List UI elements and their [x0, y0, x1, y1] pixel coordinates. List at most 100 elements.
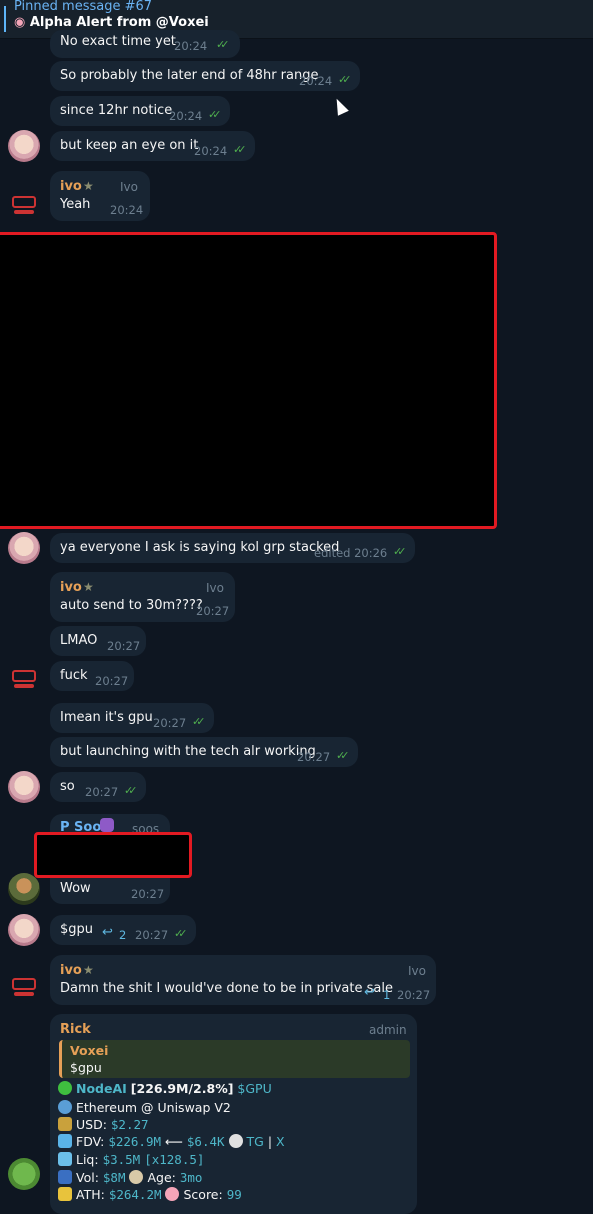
read-check-icon: ✓✓	[174, 927, 188, 940]
message-text: LMAO	[60, 633, 98, 648]
green-circle-icon	[58, 1081, 72, 1095]
message-text: No exact time yet	[60, 34, 176, 49]
read-check-icon: ✓✓	[336, 749, 350, 762]
fdv-label: FDV:	[76, 1134, 105, 1149]
gem-icon	[58, 1134, 72, 1148]
message-bubble[interactable]: but keep an eye on it 20:24 ✓✓	[50, 131, 255, 161]
avatar[interactable]	[8, 130, 40, 162]
brain-icon: ◉	[14, 15, 26, 30]
logo-shape	[14, 992, 34, 996]
arrow-icon: ⟵	[165, 1134, 183, 1149]
message-bubble[interactable]: So probably the later end of 48hr range …	[50, 61, 360, 91]
liq-line: Liq: $3.5M [x128.5]	[58, 1152, 204, 1167]
avatar[interactable]	[8, 532, 40, 564]
star-icon: ★	[83, 179, 94, 193]
message-time: 20:27	[85, 785, 119, 799]
message-time: 20:27	[397, 988, 431, 1002]
sender-name[interactable]: ivo	[60, 580, 82, 595]
message-bubble[interactable]: LMAO 20:27	[50, 626, 146, 656]
vol-label: Vol:	[76, 1170, 99, 1185]
message-text: Yeah	[60, 197, 91, 212]
avatar[interactable]	[8, 873, 40, 905]
read-check-icon: ✓✓	[208, 108, 222, 121]
vol-line: Vol: $8M Age: 3mo	[58, 1170, 202, 1185]
quote-name: Voxei	[70, 1043, 109, 1058]
tg-link[interactable]: TG	[247, 1134, 264, 1149]
message-text: fuck	[60, 668, 88, 683]
logo-shape	[14, 684, 34, 688]
sender-name[interactable]: ivo	[60, 963, 82, 978]
member-role: Ivo	[206, 581, 224, 595]
message-time: 20:27	[196, 604, 230, 618]
message-bubble[interactable]: No exact time yet 20:24 ✓✓	[50, 30, 240, 58]
read-check-icon: ✓✓	[124, 784, 138, 797]
member-role: Ivo	[120, 180, 138, 194]
avatar[interactable]	[8, 914, 40, 946]
warning-icon	[58, 1187, 72, 1201]
token-link[interactable]: NodeAI	[76, 1081, 127, 1096]
message-bubble[interactable]: ivo ★ Ivo Damn the shit I would've done …	[50, 955, 436, 1005]
token-line: NodeAI [226.9M/2.8%] $GPU	[58, 1081, 272, 1096]
sender-name[interactable]: ivo	[60, 179, 82, 194]
message-time: 20:27	[107, 639, 141, 653]
money-bag-icon	[58, 1117, 72, 1131]
bar-chart-icon	[58, 1170, 72, 1184]
pinned-text: ◉ Alpha Alert from @Voxei	[14, 15, 209, 30]
message-bubble[interactable]: so 20:27 ✓✓	[50, 772, 146, 802]
separator: |	[267, 1134, 273, 1149]
usd-label: USD:	[76, 1117, 107, 1132]
message-bubble[interactable]: but launching with the tech alr working …	[50, 737, 358, 767]
reply-count[interactable]: 2	[119, 928, 126, 942]
message-bubble[interactable]: ivo ★ Ivo Yeah 20:24	[50, 171, 150, 221]
message-bubble[interactable]: ivo ★ Ivo auto send to 30m???? 20:27	[50, 572, 235, 622]
avatar[interactable]	[8, 771, 40, 803]
ticker-link[interactable]: $GPU	[237, 1081, 271, 1096]
avatar[interactable]	[8, 1158, 40, 1190]
fdv-value-2: $6.4K	[186, 1134, 225, 1149]
message-bubble[interactable]: $gpu ↩ 2 20:27 ✓✓	[50, 915, 196, 945]
reply-count[interactable]: 1	[383, 988, 390, 1002]
x-link[interactable]: X	[276, 1134, 285, 1149]
avatar[interactable]	[8, 190, 40, 222]
globe-icon	[58, 1100, 72, 1114]
message-bubble[interactable]: Imean it's gpu 20:27 ✓✓	[50, 703, 214, 733]
droplets-icon	[58, 1152, 72, 1166]
message-text: auto send to 30m????	[60, 598, 203, 613]
fdv-value: $226.9M	[108, 1134, 162, 1149]
read-check-icon: ✓✓	[216, 38, 230, 51]
message-bubble[interactable]: fuck 20:27	[50, 661, 134, 691]
read-check-icon: ✓✓	[192, 715, 206, 728]
read-check-icon: ✓✓	[393, 545, 407, 558]
redacted-image	[0, 232, 497, 529]
message-time: 20:27	[153, 716, 187, 730]
message-text: but launching with the tech alr working	[60, 744, 316, 759]
redacted-text	[34, 832, 192, 878]
message-bubble[interactable]: ya everyone I ask is saying kol grp stac…	[50, 533, 415, 563]
message-bubble[interactable]: since 12hr notice 20:24 ✓✓	[50, 96, 230, 126]
chain-line: Ethereum @ Uniswap V2	[58, 1100, 231, 1115]
message-time: 20:24	[169, 109, 203, 123]
reply-icon[interactable]: ↩	[364, 985, 375, 1000]
age-label: Age:	[147, 1170, 176, 1185]
avatar[interactable]	[8, 664, 40, 696]
message-text: Damn the shit I would've done to be in p…	[60, 981, 393, 996]
quoted-reply[interactable]: Voxei $gpu	[59, 1040, 410, 1078]
message-time: 20:27	[95, 674, 129, 688]
pinned-indicator	[4, 6, 6, 32]
clock-icon	[129, 1170, 144, 1184]
avatar[interactable]	[8, 972, 40, 1004]
mouse-cursor-icon	[331, 96, 349, 116]
speech-bubble-icon	[228, 1134, 243, 1148]
star-icon: ★	[83, 963, 94, 977]
message-text: Wow	[60, 881, 91, 896]
liq-value: $3.5M	[102, 1152, 141, 1167]
message-time: 20:24	[174, 39, 208, 53]
age-value: 3mo	[179, 1170, 203, 1185]
quote-text: $gpu	[70, 1060, 102, 1075]
sender-name[interactable]: Rick	[60, 1022, 91, 1037]
message-time: 20:27	[131, 887, 165, 901]
usd-value: $2.27	[110, 1117, 149, 1132]
logo-shape	[12, 978, 36, 990]
token-stats: [226.9M/2.8%]	[130, 1081, 234, 1096]
reply-icon[interactable]: ↩	[102, 925, 113, 940]
